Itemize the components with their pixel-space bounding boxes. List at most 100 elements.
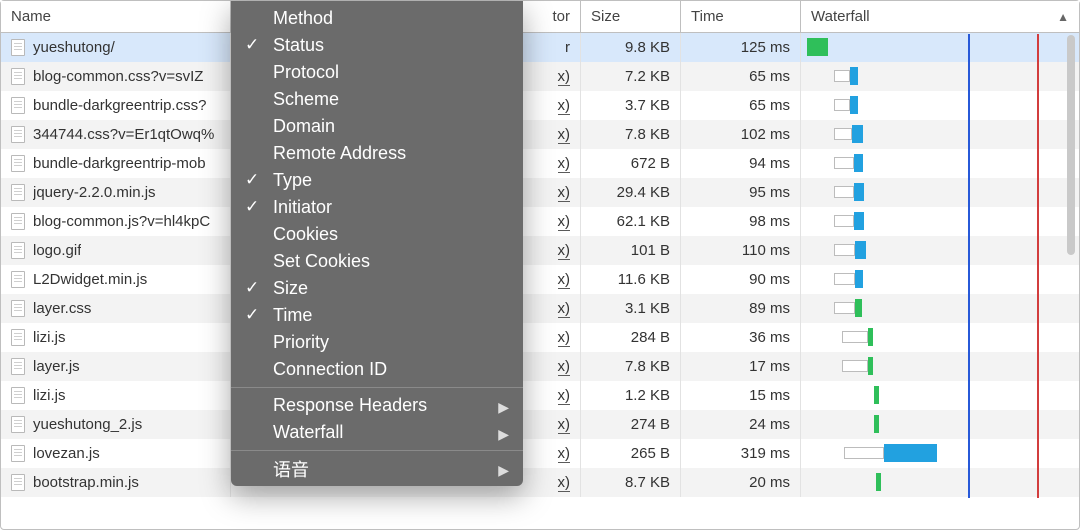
waterfall-download-segment	[855, 241, 866, 259]
file-icon	[11, 155, 25, 172]
cell-time: 15 ms	[681, 381, 801, 410]
column-context-menu[interactable]: Method ✓ Status ProtocolSchemeDomainRemote …	[231, 1, 523, 486]
waterfall-bar-wrap	[807, 95, 1073, 116]
file-name: lovezan.js	[33, 445, 100, 462]
cell-name[interactable]: layer.js	[1, 352, 231, 381]
table-body: yueshutong/r9.8 KB125 msblog-common.css?…	[1, 33, 1079, 497]
table-row[interactable]: bootstrap.min.jsx)8.7 KB20 ms	[1, 468, 1079, 497]
cell-name[interactable]: yueshutong/	[1, 33, 231, 62]
waterfall-bar-wrap	[807, 385, 1073, 406]
cell-name[interactable]: logo.gif	[1, 236, 231, 265]
cell-name[interactable]: lizi.js	[1, 323, 231, 352]
file-name: blog-common.css?v=svIZ	[33, 68, 203, 85]
context-menu-item[interactable]: Remote Address	[231, 140, 523, 167]
table-row[interactable]: lizi.jsx)284 B36 ms	[1, 323, 1079, 352]
file-name: layer.css	[33, 300, 91, 317]
col-header-name[interactable]: Name	[1, 1, 231, 32]
cell-name[interactable]: 344744.css?v=Er1qtOwq%	[1, 120, 231, 149]
col-header-waterfall[interactable]: Waterfall ▲	[801, 1, 1079, 32]
context-menu-item[interactable]: 语音▶	[231, 455, 523, 482]
table-row[interactable]: bundle-darkgreentrip-mobx)672 B94 ms	[1, 149, 1079, 178]
sort-ascending-icon: ▲	[1057, 10, 1069, 24]
cell-name[interactable]: yueshutong_2.js	[1, 410, 231, 439]
cell-name[interactable]: blog-common.js?v=hl4kpC	[1, 207, 231, 236]
file-icon	[11, 39, 25, 56]
table-row[interactable]: yueshutong_2.jsx)274 B24 ms	[1, 410, 1079, 439]
context-menu-item[interactable]: Waterfall▶	[231, 419, 523, 446]
vertical-scrollbar[interactable]	[1065, 35, 1077, 527]
file-icon	[11, 358, 25, 375]
file-name: blog-common.js?v=hl4kpC	[33, 213, 210, 230]
context-menu-item[interactable]: ✓Type	[231, 167, 523, 194]
context-menu-item[interactable]: Method	[231, 5, 523, 32]
cell-name[interactable]: bootstrap.min.js	[1, 468, 231, 497]
context-menu-item[interactable]: Set Cookies	[231, 248, 523, 275]
initiator-fragment: x)	[558, 329, 571, 347]
initiator-fragment: x)	[558, 126, 571, 144]
waterfall-bar-wrap	[807, 153, 1073, 174]
context-menu-item[interactable]: ✓Time	[231, 302, 523, 329]
file-name: lizi.js	[33, 329, 66, 346]
waterfall-wait-segment	[834, 186, 854, 198]
cell-size: 8.7 KB	[581, 468, 681, 497]
table-row[interactable]: blog-common.js?v=hl4kpCx)62.1 KB98 ms	[1, 207, 1079, 236]
context-menu-item[interactable]: Protocol	[231, 59, 523, 86]
waterfall-red-marker	[1037, 34, 1039, 498]
waterfall-bar-wrap	[807, 269, 1073, 290]
file-name: 344744.css?v=Er1qtOwq%	[33, 126, 214, 143]
table-row[interactable]: yueshutong/r9.8 KB125 ms	[1, 33, 1079, 62]
cell-time: 95 ms	[681, 178, 801, 207]
initiator-fragment: x)	[558, 416, 571, 434]
col-header-time[interactable]: Time	[681, 1, 801, 32]
file-name: yueshutong/	[33, 39, 115, 56]
context-menu-item[interactable]: ✓ Status	[231, 32, 523, 59]
context-menu-item[interactable]: Domain	[231, 113, 523, 140]
cell-name[interactable]: bundle-darkgreentrip-mob	[1, 149, 231, 178]
table-row[interactable]: L2Dwidget.min.jsx)11.6 KB90 ms	[1, 265, 1079, 294]
table-row[interactable]: blog-common.css?v=svIZx)7.2 KB65 ms	[1, 62, 1079, 91]
cell-name[interactable]: layer.css	[1, 294, 231, 323]
cell-name[interactable]: L2Dwidget.min.js	[1, 265, 231, 294]
cell-time: 98 ms	[681, 207, 801, 236]
context-menu-item[interactable]: ✓Initiator	[231, 194, 523, 221]
context-menu-item[interactable]: Cookies	[231, 221, 523, 248]
table-row[interactable]: lizi.jsx)1.2 KB15 ms	[1, 381, 1079, 410]
waterfall-wait-segment	[842, 331, 869, 343]
initiator-fragment: x)	[558, 213, 571, 231]
cell-size: 9.8 KB	[581, 33, 681, 62]
cell-time: 94 ms	[681, 149, 801, 178]
waterfall-download-segment	[876, 473, 881, 491]
table-row[interactable]: jquery-2.2.0.min.jsx)29.4 KB95 ms	[1, 178, 1079, 207]
col-header-size[interactable]: Size	[581, 1, 681, 32]
file-name: yueshutong_2.js	[33, 416, 142, 433]
cell-name[interactable]: blog-common.css?v=svIZ	[1, 62, 231, 91]
file-icon	[11, 242, 25, 259]
table-row[interactable]: logo.gifx)101 B110 ms	[1, 236, 1079, 265]
context-menu-label: Set Cookies	[273, 251, 370, 272]
check-icon: ✓	[245, 197, 259, 217]
cell-size: 7.8 KB	[581, 120, 681, 149]
context-menu-label: Status	[273, 35, 324, 56]
file-name: logo.gif	[33, 242, 81, 259]
context-menu-item[interactable]: Response Headers▶	[231, 392, 523, 419]
context-menu-item[interactable]: Connection ID	[231, 356, 523, 383]
cell-name[interactable]: lizi.js	[1, 381, 231, 410]
cell-name[interactable]: bundle-darkgreentrip.css?	[1, 91, 231, 120]
cell-name[interactable]: jquery-2.2.0.min.js	[1, 178, 231, 207]
scrollbar-thumb[interactable]	[1067, 35, 1075, 255]
waterfall-download-segment	[854, 183, 865, 201]
table-row[interactable]: layer.cssx)3.1 KB89 ms	[1, 294, 1079, 323]
check-icon: ✓	[245, 35, 259, 55]
context-menu-item[interactable]: Scheme	[231, 86, 523, 113]
table-header[interactable]: Name tor Size Time Waterfall ▲	[1, 1, 1079, 33]
table-row[interactable]: 344744.css?v=Er1qtOwq%x)7.8 KB102 ms	[1, 120, 1079, 149]
cell-name[interactable]: lovezan.js	[1, 439, 231, 468]
table-row[interactable]: lovezan.jsx)265 B319 ms	[1, 439, 1079, 468]
file-name: layer.js	[33, 358, 80, 375]
table-row[interactable]: bundle-darkgreentrip.css?x)3.7 KB65 ms	[1, 91, 1079, 120]
context-menu-item[interactable]: Priority	[231, 329, 523, 356]
context-menu-item[interactable]: ✓Size	[231, 275, 523, 302]
check-icon: ✓	[245, 170, 259, 190]
initiator-fragment: x)	[558, 271, 571, 289]
table-row[interactable]: layer.jsx)7.8 KB17 ms	[1, 352, 1079, 381]
